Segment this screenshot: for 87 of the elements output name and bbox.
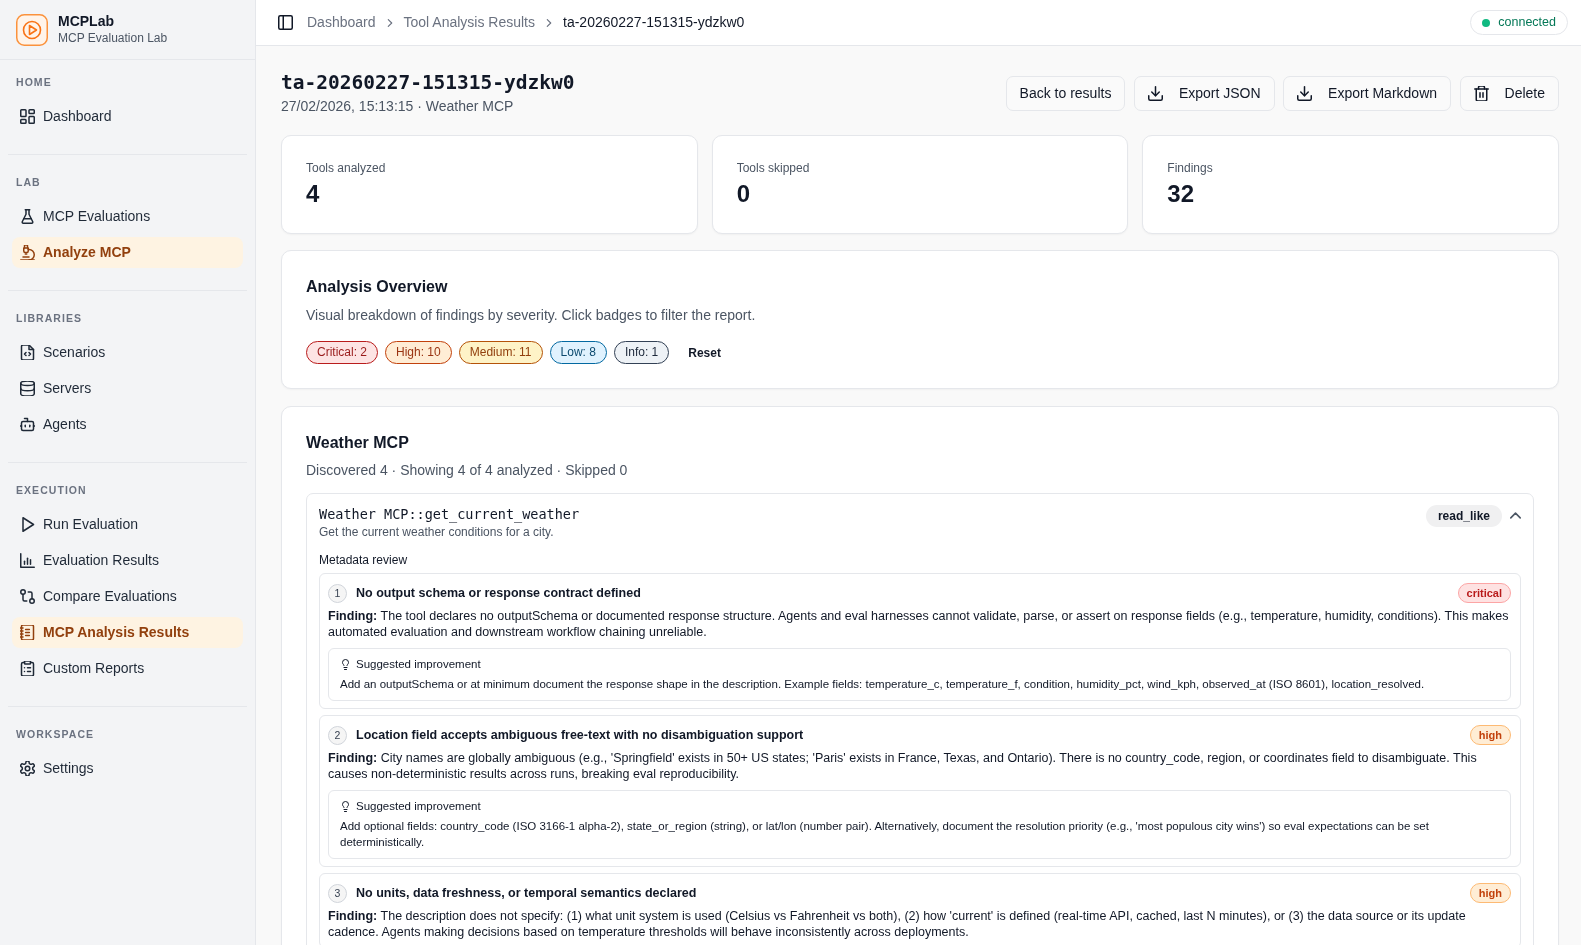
- section-label: LIBRARIES: [15, 311, 84, 325]
- server-summary: Discovered 4 · Showing 4 of 4 analyzed · Skipped 0: [306, 461, 629, 480]
- section-heading: Metadata review: [319, 552, 409, 568]
- action-button[interactable]: Export Markdown: [1283, 75, 1452, 111]
- tool-description: Get the current weather conditions for a city.: [319, 524, 555, 540]
- filter-chip[interactable]: Critical: 2: [306, 341, 378, 364]
- clipboard-icon: [20, 661, 35, 676]
- finding-title: No units, data freshness, or temporal semantics declared: [356, 885, 698, 902]
- sidebar-toggle-icon[interactable]: [278, 15, 293, 30]
- chevron-right-icon: [385, 18, 394, 27]
- finding-text: Finding: City names are globally ambiguous (e.g., 'Springfield' exists in 50+ US states; 'Paris' exists in France, Texas, and Ontario). There is no country_code, region, or coordinates field to disambiguate. This causes non-deterministic results across runs, breaking eval reproducibility.: [328, 750, 1478, 782]
- severity-badge: high: [1469, 883, 1511, 903]
- sidebar-item[interactable]: MCP Analysis Results: [12, 617, 243, 648]
- severity-badge: critical: [1457, 583, 1511, 603]
- sidebar-item[interactable]: Run Evaluation: [12, 509, 243, 540]
- sidebar-item[interactable]: MCP Evaluations: [12, 201, 243, 232]
- reset-button[interactable]: Reset: [684, 343, 725, 362]
- flask-icon: [20, 209, 35, 224]
- microscope-icon: [20, 245, 35, 260]
- download-icon: [1147, 85, 1163, 101]
- brand-name: MCPLab: [58, 13, 115, 30]
- settings-icon: [20, 761, 35, 776]
- logo-icon: [16, 13, 48, 46]
- play-icon: [20, 517, 35, 532]
- sidebar-item[interactable]: Dashboard: [12, 101, 243, 132]
- suggestion-title: Suggested improvement: [356, 799, 481, 814]
- stat-label: Tools skipped: [736, 160, 811, 176]
- sidebar-item[interactable]: Evaluation Results: [12, 545, 243, 576]
- stat-value: 32: [1167, 179, 1196, 209]
- stat-value: 4: [306, 179, 321, 209]
- finding-number: 1: [328, 583, 347, 603]
- finding-number: 2: [328, 725, 347, 745]
- action-button[interactable]: Delete: [1459, 75, 1559, 111]
- finding-text: Finding: The description does not specify: (1) what unit system is used (Celsius vs Fahrenheit vs both), (2) how 'current' is defined (real-time API, cached, last N minutes), or (3) the data source or its update cadence. Agents making decisions based on temperature thresholds will behave inconsistently across deployments.: [328, 908, 1467, 940]
- sidebar-item[interactable]: Custom Reports: [12, 653, 243, 684]
- page-subtitle: 27/02/2026, 15:13:15 · Weather MCP: [281, 97, 515, 116]
- compare-icon: [20, 589, 35, 604]
- brand-subtitle: MCP Evaluation Lab: [58, 30, 168, 46]
- stat-label: Tools analyzed: [306, 160, 387, 176]
- finding-number: 3: [328, 883, 347, 903]
- section-label: EXECUTION: [15, 483, 88, 497]
- breadcrumb-link[interactable]: Dashboard: [307, 12, 376, 33]
- lightbulb-icon: [340, 658, 351, 670]
- lightbulb-icon: [340, 800, 351, 812]
- card-title: Analysis Overview: [306, 277, 449, 297]
- sidebar-item[interactable]: Compare Evaluations: [12, 581, 243, 612]
- bar-chart-icon: [20, 553, 35, 568]
- suggestion-text: Add an outputSchema or at minimum document the response shape in the description. Example fields: temperature_c, temperature_f, condition, humidity_pct, wind_kph, observed_at (ISO 8601), location_resolved.: [340, 677, 1426, 692]
- filter-chip[interactable]: Info: 1: [613, 341, 670, 364]
- chevron-up-icon[interactable]: [1510, 510, 1521, 521]
- filter-chip[interactable]: Medium: 11: [458, 341, 543, 364]
- download-icon: [1297, 85, 1313, 101]
- database-icon: [20, 381, 35, 396]
- chevron-right-icon: [545, 18, 553, 27]
- section-label: HOME: [15, 75, 53, 89]
- page-title: ta-20260227-151315-ydzkw0: [281, 70, 575, 96]
- card-title: Weather MCP: [306, 433, 410, 453]
- trash-icon: [1473, 85, 1489, 101]
- sidebar-item[interactable]: Agents: [12, 409, 243, 440]
- status-label: connected: [1498, 14, 1556, 32]
- stat-value: 0: [736, 179, 751, 209]
- section-label: LAB: [15, 175, 42, 189]
- action-button[interactable]: Back to results: [1005, 75, 1126, 111]
- sidebar-item[interactable]: Servers: [12, 373, 243, 404]
- sidebar-item[interactable]: Settings: [12, 753, 243, 784]
- suggestion-text: Add optional fields: country_code (ISO 3166-1 alpha-2), state_or_region (string), or lat/lon (number pair). Alternatively, document the resolution priority (e.g., 'most populous city wins') so eval expectations can be set deterministically.: [340, 819, 1430, 850]
- file-code-icon: [20, 345, 35, 360]
- finding-text: Finding: The tool declares no outputSchema or documented response structure. Agents and eval harnesses cannot validate, parse, or assert on response fields (e.g., temperature, humidity, conditions). This makes automated evaluation and downstream workflow chaining unreliable.: [328, 608, 1510, 640]
- suggestion-title: Suggested improvement: [356, 657, 481, 672]
- grid-icon: [20, 109, 35, 124]
- robot-icon: [20, 417, 35, 432]
- sidebar-item[interactable]: Scenarios: [12, 337, 243, 368]
- section-label: WORKSPACE: [15, 727, 96, 741]
- breadcrumb-link[interactable]: Tool Analysis Results: [403, 12, 535, 33]
- finding-title: Location field accepts ambiguous free-text with no disambiguation support: [356, 727, 805, 744]
- action-button[interactable]: Export JSON: [1133, 75, 1275, 111]
- stat-label: Findings: [1167, 160, 1214, 176]
- card-description: Visual breakdown of findings by severity. Click badges to filter the report.: [306, 306, 757, 325]
- tool-type-badge: read_like: [1425, 505, 1502, 527]
- tool-name: Weather MCP::get_current_weather: [319, 505, 580, 524]
- sidebar-item[interactable]: Analyze MCP: [12, 237, 243, 268]
- filter-chip[interactable]: High: 10: [385, 341, 452, 364]
- notebook-icon: [20, 625, 35, 640]
- breadcrumb-current: ta-20260227-151315-ydzkw0: [563, 13, 745, 32]
- severity-badge: high: [1469, 725, 1511, 745]
- finding-title: No output schema or response contract defined: [356, 585, 642, 602]
- filter-chip[interactable]: Low: 8: [549, 341, 607, 364]
